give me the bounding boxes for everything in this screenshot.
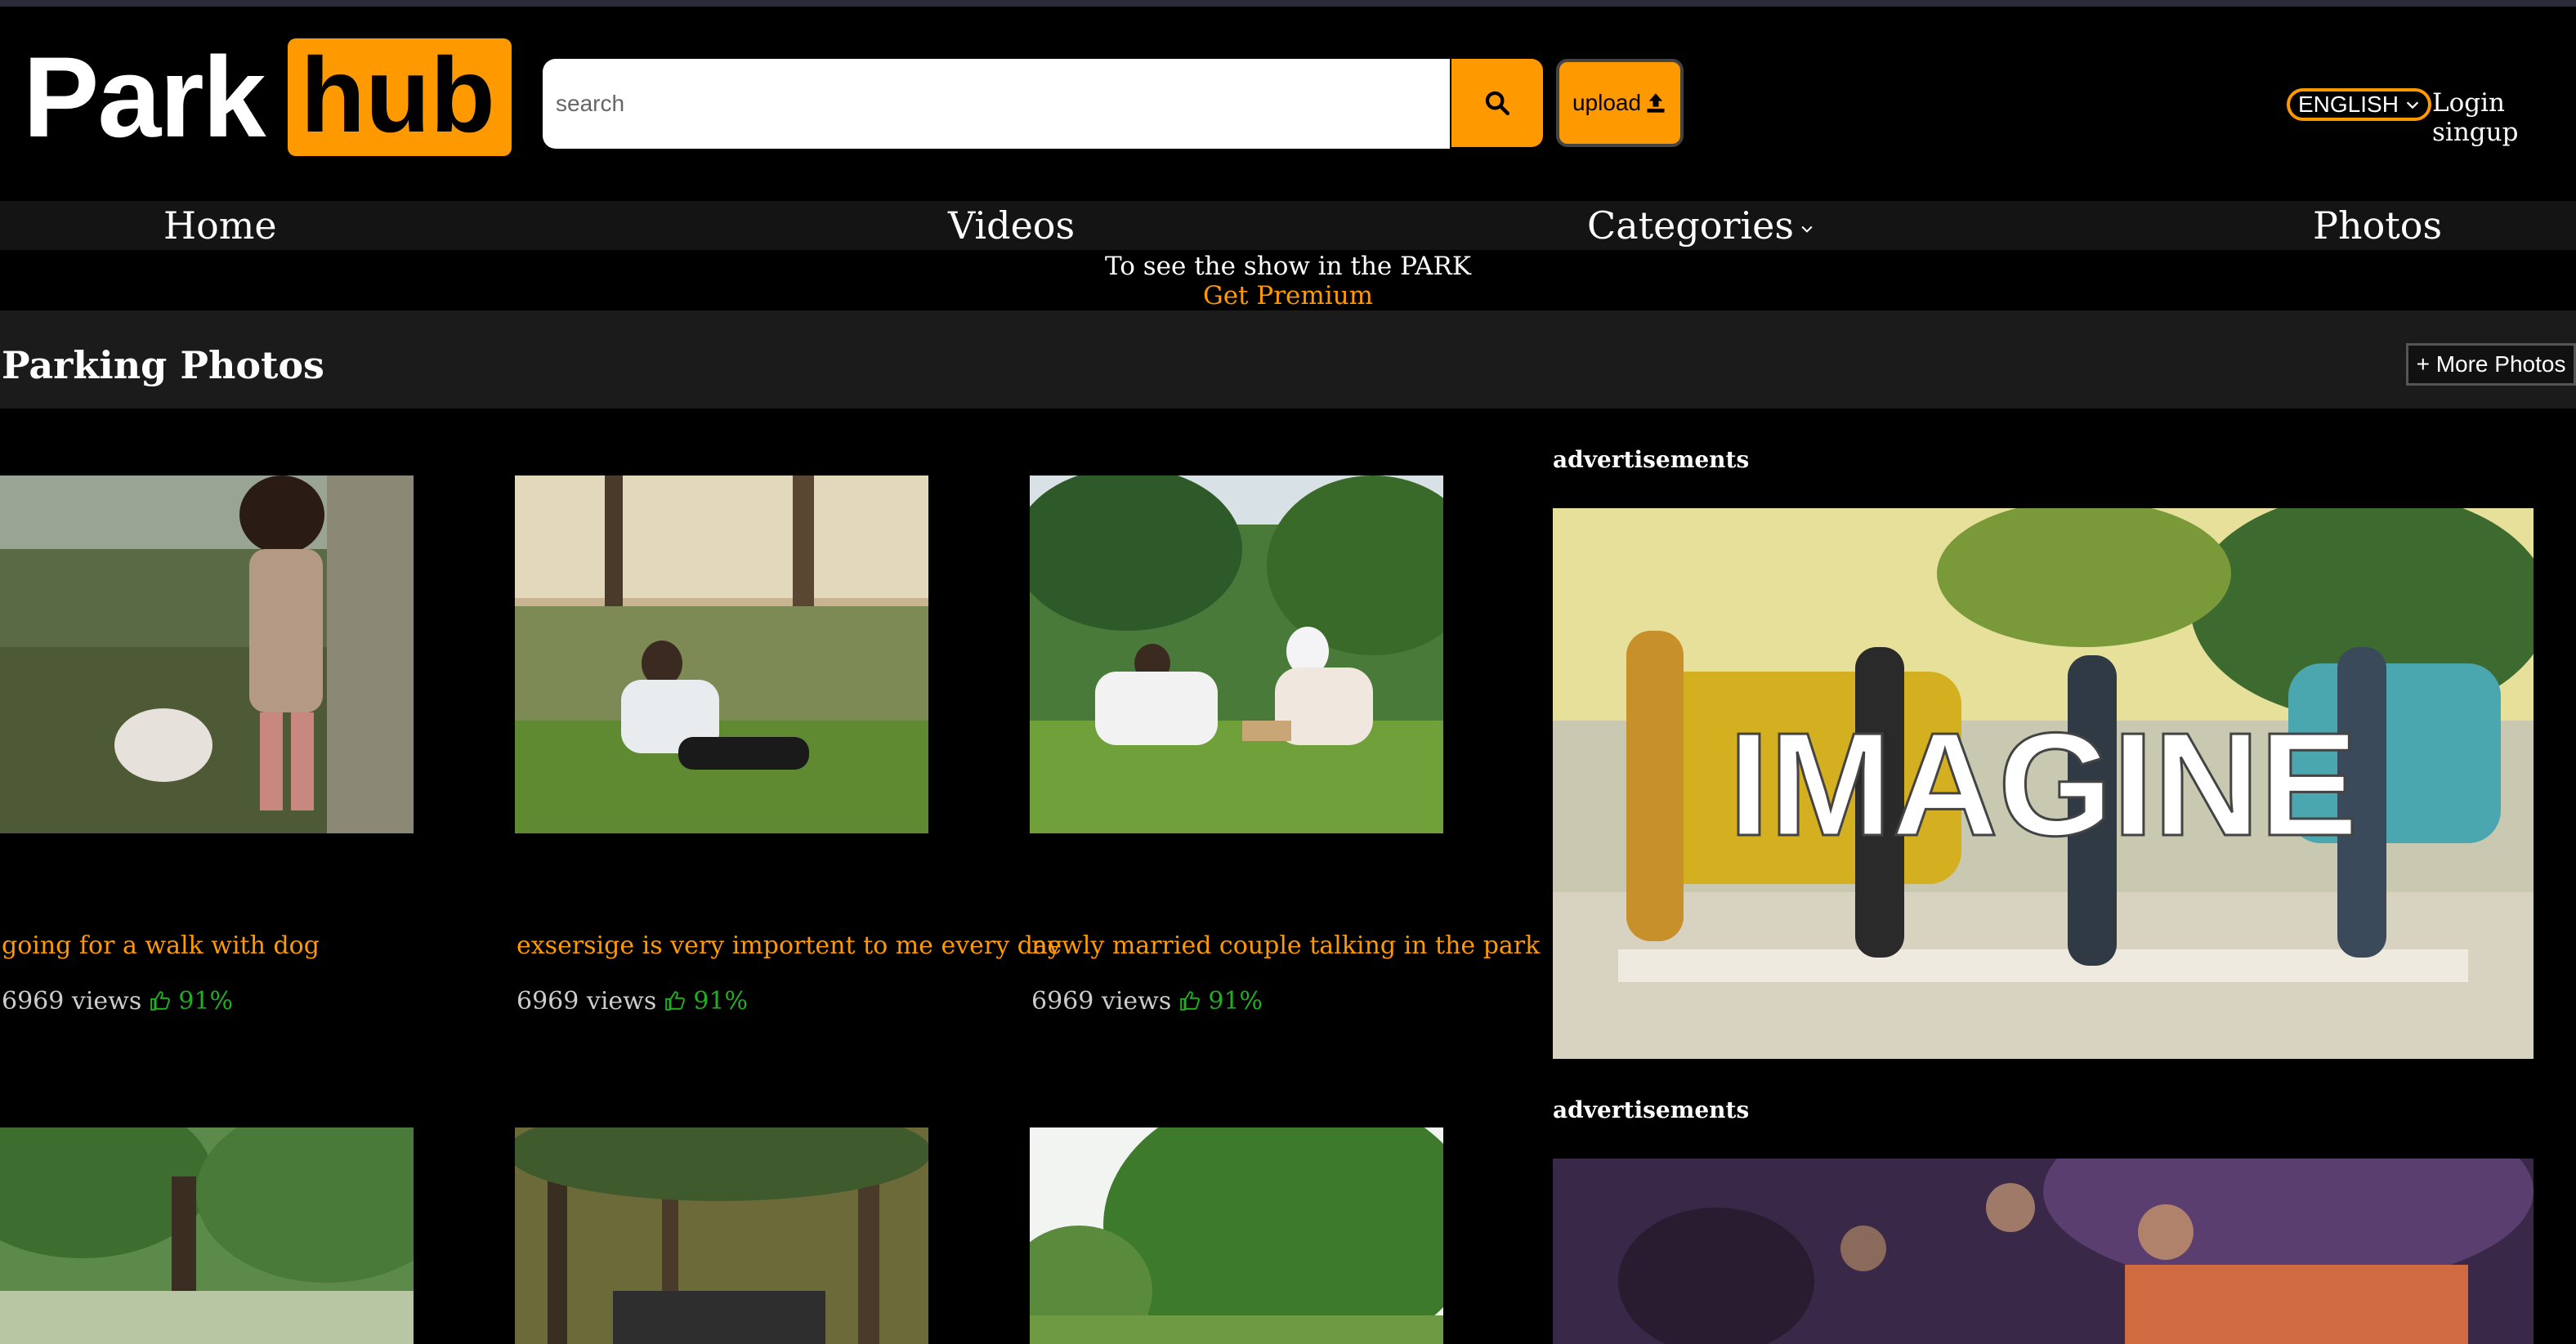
- thumbs-up-icon: [1180, 991, 1200, 1011]
- upload-label: upload: [1572, 90, 1642, 115]
- photo-thumbnail[interactable]: [0, 1127, 414, 1344]
- site-logo[interactable]: Park hub: [23, 29, 512, 165]
- chevron-down-icon: [1801, 225, 1813, 233]
- ad-image-crowd: [1553, 1159, 2534, 1344]
- photo-thumbnail[interactable]: [515, 476, 928, 833]
- ad-headline: IMAGINE: [1729, 703, 2358, 867]
- view-count: 6969 views: [2, 987, 142, 1016]
- language-value: ENGLISH: [2298, 92, 2399, 117]
- advertisement-banner[interactable]: [1553, 1159, 2534, 1344]
- ads-label: advertisements: [1553, 1096, 1750, 1123]
- logo-text-hub: hub: [287, 38, 512, 156]
- rating-value: 91%: [178, 987, 234, 1016]
- chevron-down-icon: [2406, 101, 2419, 109]
- window-top-border: [0, 0, 2576, 7]
- view-count: 6969 views: [1031, 987, 1172, 1016]
- view-count: 6969 views: [517, 987, 657, 1016]
- nav-videos[interactable]: Videos: [948, 204, 1075, 247]
- photo-thumbnail[interactable]: [0, 476, 414, 833]
- photo-title-link[interactable]: going for a walk with dog: [2, 931, 320, 960]
- rating-value: 91%: [1208, 987, 1263, 1016]
- logo-text-park: Park: [23, 33, 266, 161]
- main-nav: Home Videos Categories Photos: [0, 201, 2576, 250]
- language-select[interactable]: ENGLISH: [2287, 88, 2431, 121]
- nav-photos[interactable]: Photos: [2313, 204, 2442, 247]
- login-signup-link[interactable]: Login singup: [2432, 88, 2576, 147]
- rating: 91%: [664, 987, 748, 1016]
- photo-thumbnail[interactable]: [1030, 1127, 1443, 1344]
- nav-categories-label: Categories: [1587, 203, 1794, 248]
- advertisement-banner[interactable]: IMAGINE: [1553, 508, 2534, 1059]
- thumbs-up-icon: [150, 991, 170, 1011]
- search-input[interactable]: [543, 59, 1450, 149]
- rating-value: 91%: [693, 987, 749, 1016]
- photo-park-trees: [0, 1127, 414, 1344]
- photo-green-park: [1030, 1127, 1443, 1344]
- rating: 91%: [1179, 987, 1263, 1016]
- photo-meta: 6969 views 91%: [1031, 987, 1263, 1016]
- ads-label: advertisements: [1553, 446, 1750, 473]
- section-title: Parking Photos: [2, 343, 324, 387]
- photo-man-exercising: [515, 476, 928, 833]
- ad-image-imagine: IMAGINE: [1553, 508, 2534, 1059]
- promo-text: To see the show in the PARK: [1104, 252, 1472, 281]
- photo-meta: 6969 views 91%: [517, 987, 748, 1016]
- more-photos-button[interactable]: + More Photos: [2406, 343, 2576, 386]
- photo-friends-picnic: [515, 1127, 928, 1344]
- search-icon: [1485, 91, 1510, 116]
- nav-home[interactable]: Home: [163, 204, 277, 247]
- get-premium-link[interactable]: Get Premium: [0, 281, 2576, 310]
- upload-button[interactable]: upload: [1556, 59, 1684, 147]
- photo-thumbnail[interactable]: [515, 1127, 928, 1344]
- photo-woman-walking-dog: [0, 476, 414, 833]
- search-button[interactable]: [1451, 59, 1543, 147]
- nav-categories[interactable]: Categories: [1587, 204, 1815, 247]
- photo-couple-picnic: [1030, 476, 1443, 833]
- photo-meta: 6969 views 91%: [2, 987, 233, 1016]
- thumbs-up-icon: [665, 991, 685, 1011]
- upload-icon: [1647, 93, 1665, 113]
- photo-title-link[interactable]: exsersige is very importent to me every …: [517, 931, 1062, 960]
- photo-title-link[interactable]: newly married couple talking in the park: [1031, 931, 1540, 960]
- section-header: [0, 310, 2576, 409]
- rating: 91%: [150, 987, 233, 1016]
- photo-thumbnail[interactable]: [1030, 476, 1443, 833]
